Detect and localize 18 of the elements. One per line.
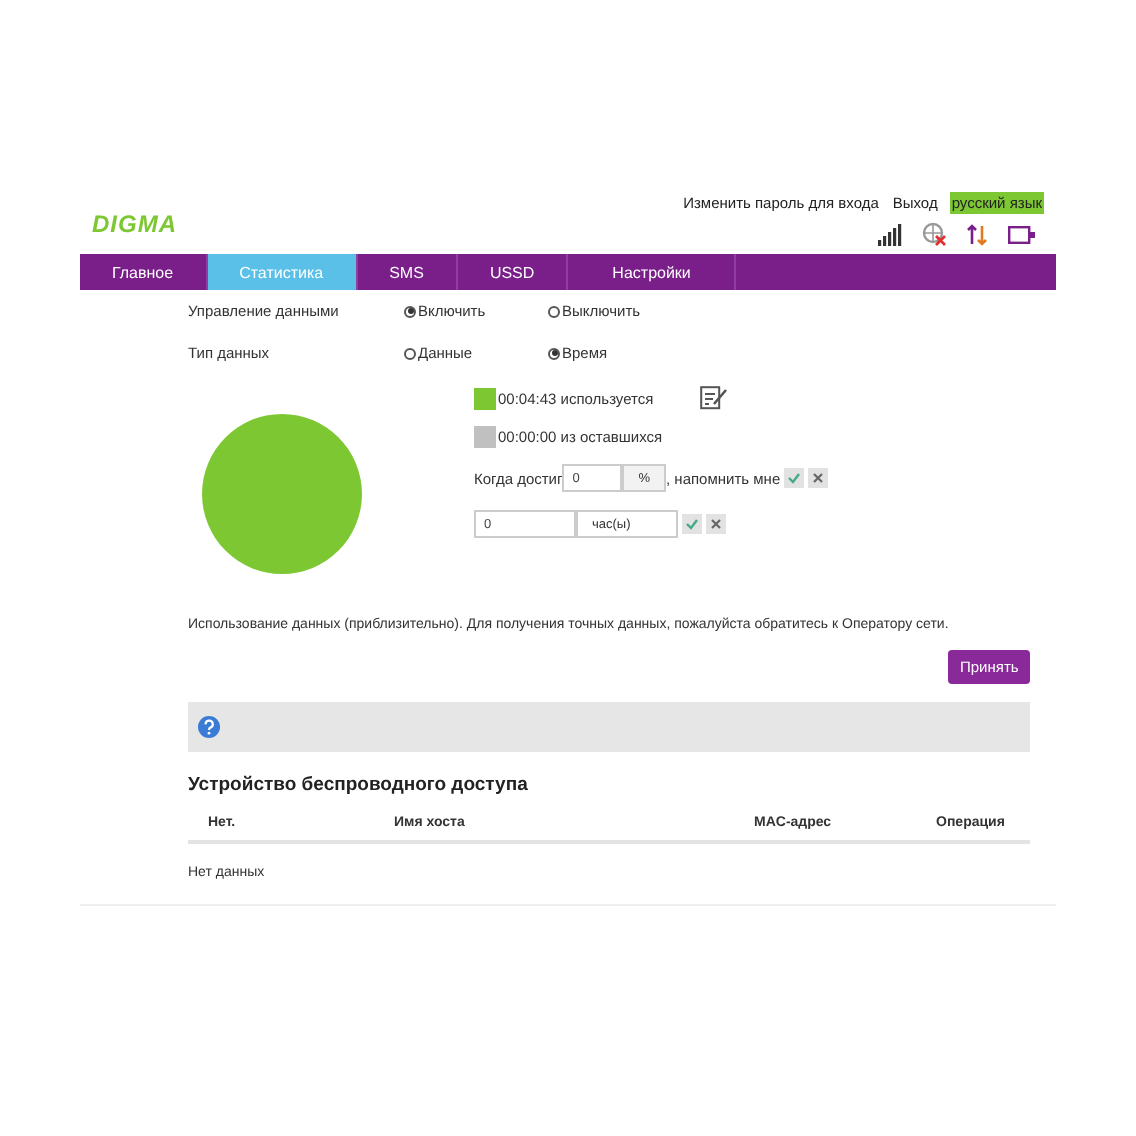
up-down-arrows-icon	[966, 223, 988, 245]
cancel-button[interactable]	[706, 514, 726, 534]
nav-tab[interactable]: Настройки	[568, 254, 737, 290]
edit-icon[interactable]	[699, 386, 728, 410]
radio-button[interactable]	[404, 347, 416, 359]
help-icon	[198, 716, 220, 738]
globe-error-icon	[922, 222, 946, 246]
radio-button[interactable]	[548, 305, 560, 317]
cancel-button[interactable]	[808, 468, 829, 488]
logo: DIGMA	[92, 210, 177, 238]
section-heading: Устройство беспроводного доступа	[188, 774, 530, 796]
signal-icon	[878, 223, 902, 245]
nav-tab[interactable]: SMS	[357, 254, 458, 290]
radio-button[interactable]	[404, 305, 416, 317]
nav-tab[interactable]: USSD	[457, 254, 569, 290]
confirm-button[interactable]	[784, 468, 805, 488]
radio-button[interactable]	[548, 347, 560, 359]
battery-icon	[1008, 225, 1036, 243]
